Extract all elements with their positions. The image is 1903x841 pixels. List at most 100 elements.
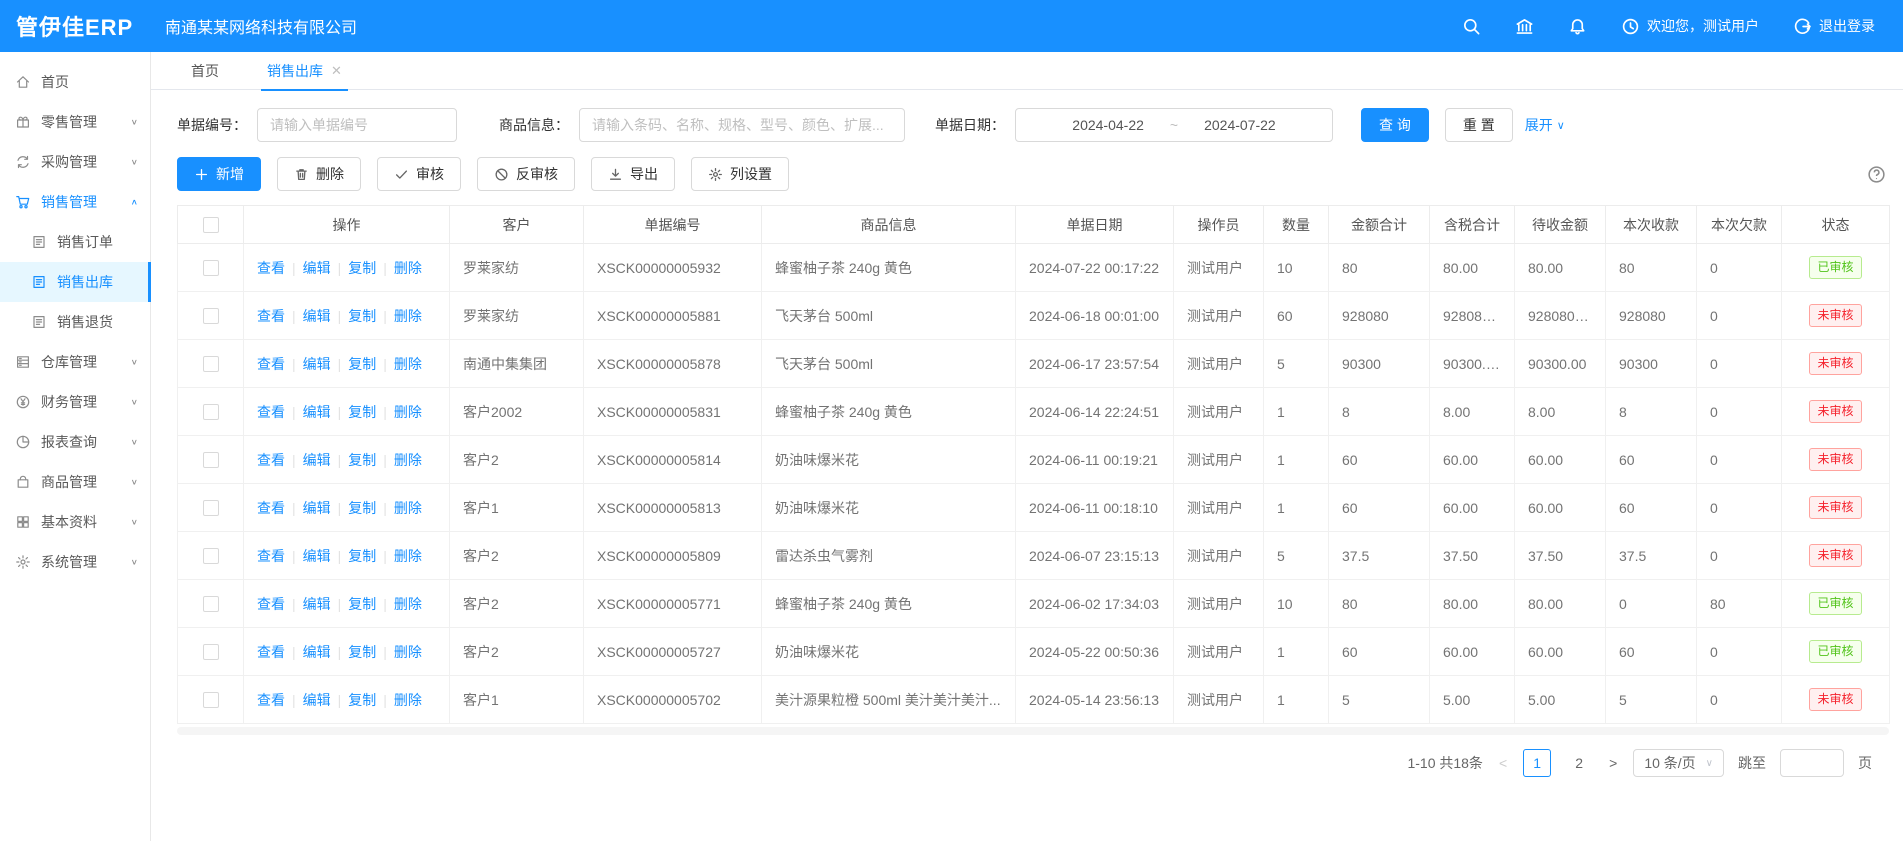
row-action-copy[interactable]: 复制	[348, 308, 376, 324]
page-button-1[interactable]: 1	[1523, 749, 1551, 777]
bill-no-input[interactable]	[257, 108, 457, 142]
columns-button[interactable]: 列设置	[691, 157, 789, 191]
next-page-icon[interactable]: >	[1607, 755, 1619, 771]
add-button[interactable]: 新增	[177, 157, 261, 191]
export-button[interactable]: 导出	[591, 157, 675, 191]
row-action-edit[interactable]: 编辑	[303, 692, 331, 708]
row-checkbox[interactable]	[203, 260, 219, 276]
row-action-edit[interactable]: 编辑	[303, 644, 331, 660]
sidebar-item-system[interactable]: 系统管理∨	[0, 542, 150, 582]
row-owed: 0	[1697, 436, 1782, 484]
row-action-delete[interactable]: 删除	[394, 692, 422, 708]
row-action-copy[interactable]: 复制	[348, 596, 376, 612]
sidebar-item-sales-order[interactable]: 销售订单	[0, 222, 150, 262]
row-action-copy[interactable]: 复制	[348, 644, 376, 660]
row-action-copy[interactable]: 复制	[348, 356, 376, 372]
row-action-delete[interactable]: 删除	[394, 404, 422, 420]
audit-button[interactable]: 审核	[377, 157, 461, 191]
close-icon[interactable]: ✕	[331, 63, 342, 79]
search-button[interactable]: 查 询	[1361, 108, 1429, 142]
row-action-delete[interactable]: 删除	[394, 308, 422, 324]
row-action-edit[interactable]: 编辑	[303, 548, 331, 564]
row-action-edit[interactable]: 编辑	[303, 452, 331, 468]
sidebar-item-sales-outbound[interactable]: 销售出库	[0, 262, 150, 302]
row-amount: 60	[1329, 436, 1430, 484]
row-action-view[interactable]: 查看	[257, 404, 285, 420]
reset-button[interactable]: 重 置	[1445, 108, 1513, 142]
date-start[interactable]: 2024-04-22	[1072, 117, 1144, 133]
row-action-view[interactable]: 查看	[257, 596, 285, 612]
row-checkbox[interactable]	[203, 452, 219, 468]
row-action-copy[interactable]: 复制	[348, 500, 376, 516]
row-amount: 80	[1329, 244, 1430, 292]
row-action-edit[interactable]: 编辑	[303, 500, 331, 516]
row-action-delete[interactable]: 删除	[394, 356, 422, 372]
row-action-view[interactable]: 查看	[257, 308, 285, 324]
search-icon[interactable]	[1462, 17, 1481, 36]
date-range-picker[interactable]: 2024-04-22 ~ 2024-07-22	[1015, 108, 1333, 142]
row-checkbox[interactable]	[203, 548, 219, 564]
row-action-copy[interactable]: 复制	[348, 692, 376, 708]
delete-button[interactable]: 删除	[277, 157, 361, 191]
sidebar-item-goods[interactable]: 商品管理∨	[0, 462, 150, 502]
help-icon[interactable]	[1867, 165, 1890, 184]
product-info-input[interactable]	[579, 108, 905, 142]
sidebar-item-basic[interactable]: 基本资料∨	[0, 502, 150, 542]
row-action-edit[interactable]: 编辑	[303, 356, 331, 372]
row-action-view[interactable]: 查看	[257, 356, 285, 372]
row-action-edit[interactable]: 编辑	[303, 596, 331, 612]
row-action-view[interactable]: 查看	[257, 452, 285, 468]
row-operator: 测试用户	[1174, 292, 1264, 340]
welcome-user[interactable]: 欢迎您，测试用户	[1621, 16, 1759, 36]
unaudit-button[interactable]: 反审核	[477, 157, 575, 191]
row-checkbox[interactable]	[203, 404, 219, 420]
row-action-view[interactable]: 查看	[257, 500, 285, 516]
row-action-delete[interactable]: 删除	[394, 500, 422, 516]
sidebar-item-sales[interactable]: 销售管理∧	[0, 182, 150, 222]
tab-sales-outbound[interactable]: 销售出库 ✕	[267, 52, 342, 90]
row-checkbox[interactable]	[203, 644, 219, 660]
select-all-checkbox[interactable]	[203, 217, 219, 233]
page-button-2[interactable]: 2	[1565, 749, 1593, 777]
row-checkbox[interactable]	[203, 500, 219, 516]
row-action-delete[interactable]: 删除	[394, 260, 422, 276]
row-action-edit[interactable]: 编辑	[303, 260, 331, 276]
page-size-select[interactable]: 10 条/页 ∨	[1633, 749, 1724, 777]
row-action-copy[interactable]: 复制	[348, 404, 376, 420]
row-action-copy[interactable]: 复制	[348, 452, 376, 468]
toolbar-button-label: 新增	[216, 164, 244, 184]
sidebar-item-warehouse[interactable]: 仓库管理∨	[0, 342, 150, 382]
row-qty: 10	[1264, 244, 1329, 292]
sidebar-item-sales-return[interactable]: 销售退货	[0, 302, 150, 342]
row-action-copy[interactable]: 复制	[348, 260, 376, 276]
expand-link[interactable]: 展开 ∨	[1525, 115, 1565, 135]
bell-icon[interactable]	[1568, 17, 1587, 36]
sidebar-item-home[interactable]: 首页	[0, 62, 150, 102]
tab-home[interactable]: 首页	[191, 52, 219, 90]
row-action-view[interactable]: 查看	[257, 548, 285, 564]
row-action-view[interactable]: 查看	[257, 692, 285, 708]
row-checkbox[interactable]	[203, 356, 219, 372]
row-action-delete[interactable]: 删除	[394, 548, 422, 564]
sidebar-item-finance[interactable]: 财务管理∨	[0, 382, 150, 422]
prev-page-icon[interactable]: <	[1497, 755, 1509, 771]
row-action-view[interactable]: 查看	[257, 644, 285, 660]
horizontal-scrollbar[interactable]	[177, 727, 1889, 735]
sidebar-item-report[interactable]: 报表查询∨	[0, 422, 150, 462]
logout-button[interactable]: 退出登录	[1793, 16, 1875, 36]
row-action-delete[interactable]: 删除	[394, 452, 422, 468]
sidebar-item-purchase[interactable]: 采购管理∨	[0, 142, 150, 182]
sidebar-item-retail[interactable]: 零售管理∨	[0, 102, 150, 142]
row-action-view[interactable]: 查看	[257, 260, 285, 276]
jump-page-input[interactable]	[1780, 749, 1844, 777]
row-checkbox[interactable]	[203, 308, 219, 324]
row-action-edit[interactable]: 编辑	[303, 404, 331, 420]
row-checkbox[interactable]	[203, 596, 219, 612]
row-action-edit[interactable]: 编辑	[303, 308, 331, 324]
row-checkbox[interactable]	[203, 692, 219, 708]
date-end[interactable]: 2024-07-22	[1204, 117, 1276, 133]
bank-icon[interactable]	[1515, 17, 1534, 36]
row-action-copy[interactable]: 复制	[348, 548, 376, 564]
row-action-delete[interactable]: 删除	[394, 596, 422, 612]
row-action-delete[interactable]: 删除	[394, 644, 422, 660]
